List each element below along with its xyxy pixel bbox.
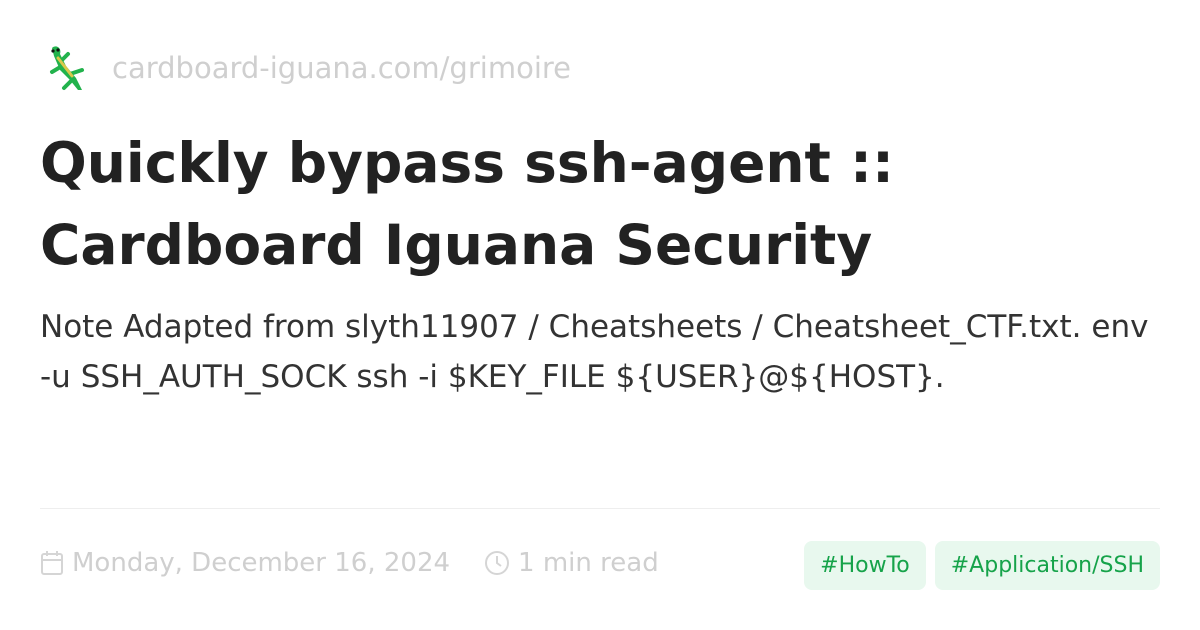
- tag-howto[interactable]: #HowTo: [804, 541, 926, 590]
- page-description: Note Adapted from slyth11907 / Cheatshee…: [40, 309, 1149, 395]
- tag-application-ssh[interactable]: #Application/SSH: [934, 541, 1160, 590]
- tag-list: #HowTo #Application/SSH: [804, 541, 1160, 590]
- read-time: 1 min read: [518, 548, 659, 578]
- calendar-icon: [41, 551, 63, 575]
- clock-icon: [485, 551, 510, 575]
- site-header: cardboard-iguana.com/grimoire: [42, 42, 571, 94]
- page-title: Quickly bypass ssh-agent :: Cardboard Ig…: [40, 131, 894, 277]
- post-meta: Monday, December 16, 2024 1 min read: [40, 548, 693, 578]
- lizard-logo-icon: [50, 46, 84, 90]
- site-url[interactable]: cardboard-iguana.com/grimoire: [112, 51, 571, 85]
- divider: [40, 508, 1160, 509]
- post-date: Monday, December 16, 2024: [72, 548, 451, 578]
